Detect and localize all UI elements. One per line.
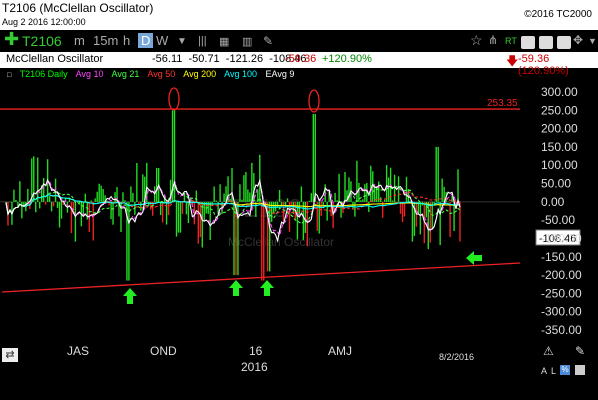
up-arrow-icon — [123, 288, 137, 304]
y-tick-label: -250.00 — [541, 286, 582, 300]
scale-percent-button[interactable]: % — [560, 365, 570, 375]
edit-icon[interactable]: ✎ — [575, 344, 585, 358]
resistance-label: 253.35 — [487, 98, 518, 109]
y-tick-label: 150.00 — [541, 140, 578, 154]
peak-marker-1 — [168, 87, 180, 111]
x-tick-jas: JAS — [67, 344, 90, 358]
x-tick-ond: OND — [150, 344, 177, 358]
y-tick-label: -100.00 — [541, 231, 582, 245]
y-tick-label: -350.00 — [541, 323, 582, 337]
y-tick-label: 100.00 — [541, 158, 578, 172]
x-tick-16: 16 — [249, 344, 263, 358]
year-label: 2016 — [241, 360, 268, 374]
y-tick-label: 200.00 — [541, 122, 578, 136]
warning-icon[interactable]: ⚠ — [543, 344, 554, 358]
sync-icon[interactable]: ⇄ — [2, 348, 18, 362]
y-tick-label: -150.00 — [541, 250, 582, 264]
y-tick-label: 50.00 — [541, 177, 571, 191]
scale-settings-button[interactable] — [575, 365, 585, 375]
y-tick-label: -50.00 — [541, 213, 575, 227]
up-arrow-icon — [260, 280, 274, 296]
y-tick-label: -200.00 — [541, 268, 582, 282]
left-arrow-icon — [466, 251, 482, 265]
y-tick-label: 250.00 — [541, 103, 578, 117]
scale-a-button[interactable]: A — [541, 366, 547, 376]
up-arrow-icon — [229, 280, 243, 296]
end-date-label: 8/2/2016 — [439, 352, 475, 362]
watermark-symbol: T2106 — [228, 193, 302, 223]
x-tick-amj: AMJ — [328, 344, 352, 358]
y-tick-label: -300.00 — [541, 305, 582, 319]
x-axis: JAS OND 16 AMJ 2016 8/2/2016 ⇄ ⚠ ✎ A L % — [0, 340, 598, 400]
y-tick-label: 300.00 — [541, 85, 578, 99]
watermark-name: McClellan Oscillator — [228, 235, 334, 249]
y-tick-label: 0.00 — [541, 195, 565, 209]
scale-l-button[interactable]: L — [551, 366, 556, 376]
